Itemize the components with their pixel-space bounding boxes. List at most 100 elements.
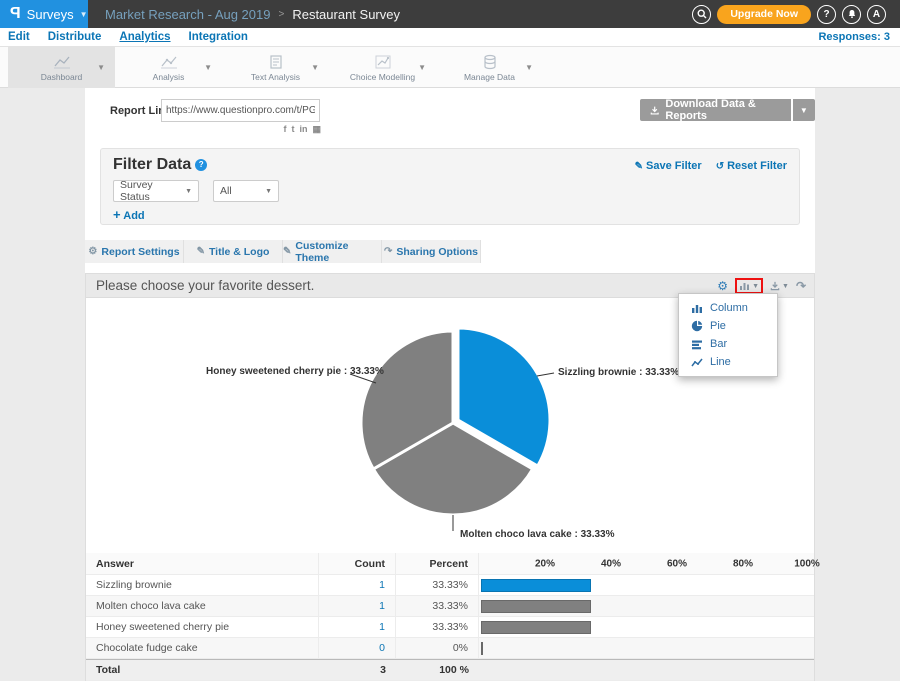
- reset-filter-button[interactable]: ↺Reset Filter: [716, 160, 787, 172]
- column-chart-icon: [691, 303, 703, 314]
- horizontal-bar-chart-icon: [691, 339, 703, 350]
- linkedin-icon[interactable]: in: [299, 124, 307, 134]
- filter-value-select[interactable]: All ▼: [213, 180, 279, 202]
- tab-label: Sharing Options: [396, 246, 478, 258]
- notifications-bell-icon[interactable]: [842, 5, 861, 24]
- menu-item-label: Pie: [710, 320, 726, 332]
- responses-count[interactable]: Responses: 3: [818, 31, 890, 43]
- embed-icon[interactable]: ▦: [312, 124, 321, 134]
- question-title: Please choose your favorite dessert.: [96, 278, 314, 293]
- module-label: Dashboard: [41, 72, 83, 82]
- tab-sharing-options[interactable]: ↷ Sharing Options: [382, 240, 481, 263]
- report-link-input[interactable]: [161, 99, 320, 122]
- twitter-icon[interactable]: t: [291, 124, 294, 134]
- chevron-down-icon[interactable]: ▼: [204, 63, 212, 72]
- download-data-reports-button[interactable]: Download Data & Reports ▼: [640, 99, 815, 121]
- edit-icon: ✎: [283, 246, 291, 257]
- share-arrow-icon: ↷: [384, 246, 392, 257]
- search-icon[interactable]: [692, 5, 711, 24]
- plus-icon: +: [113, 207, 121, 222]
- download-icon: [650, 105, 659, 116]
- reset-filter-label: Reset Filter: [727, 160, 787, 172]
- total-percent: 100 %: [396, 660, 479, 680]
- chevron-down-icon: ▼: [80, 10, 88, 19]
- module-dashboard[interactable]: Dashboard ▼: [8, 47, 115, 88]
- axis-tick: 40%: [601, 558, 621, 569]
- header-bar-axis: 20% 40% 60% 80% 100%: [479, 553, 814, 574]
- product-switcher[interactable]: P Surveys ▼: [0, 0, 88, 28]
- count-link[interactable]: 0: [379, 642, 385, 654]
- nav-integration[interactable]: Integration: [189, 31, 248, 43]
- tab-title-logo[interactable]: ✎ Title & Logo: [184, 240, 283, 263]
- count-link[interactable]: 1: [379, 579, 385, 591]
- frequency-table: Answer Count Percent 20% 40% 60% 80% 100…: [86, 553, 814, 681]
- analytics-toolbar: Dashboard ▼ Analysis ▼ Text Analysis ▼ C…: [0, 47, 900, 88]
- tab-customize-theme[interactable]: ✎Customize Theme: [283, 240, 382, 263]
- pie-label-right: Sizzling brownie : 33.33%: [558, 367, 679, 378]
- header-percent: Percent: [396, 553, 479, 574]
- total-count: 3: [319, 660, 396, 680]
- module-choice-modelling[interactable]: Choice Modelling ▼: [329, 47, 436, 88]
- top-header-bar: P Surveys ▼ Market Research - Aug 2019 >…: [0, 0, 900, 28]
- menu-item-pie[interactable]: Pie: [679, 317, 777, 335]
- upgrade-now-button[interactable]: Upgrade Now: [717, 5, 811, 24]
- chevron-down-icon: ▼: [782, 283, 789, 290]
- main-nav: Edit Distribute Analytics Integration Re…: [0, 28, 900, 47]
- table-row: Chocolate fudge cake 0 0%: [86, 638, 814, 659]
- filter-title-text: Filter Data: [113, 156, 191, 173]
- chevron-down-icon[interactable]: ▼: [525, 63, 533, 72]
- chart-settings-gear-icon[interactable]: ⚙: [717, 279, 728, 293]
- menu-item-label: Line: [710, 356, 731, 368]
- module-label: Analysis: [153, 72, 185, 82]
- count-link[interactable]: 1: [379, 621, 385, 633]
- share-icons-row: f t in ▦: [263, 124, 321, 134]
- nav-analytics[interactable]: Analytics: [119, 31, 170, 43]
- chevron-down-icon[interactable]: ▼: [311, 63, 319, 72]
- save-filter-button[interactable]: ✎Save Filter: [635, 160, 702, 172]
- nav-distribute[interactable]: Distribute: [48, 31, 102, 43]
- filter-data-section: Filter Data? ✎Save Filter ↺Reset Filter …: [100, 148, 800, 225]
- menu-item-column[interactable]: Column: [679, 299, 777, 317]
- table-row: Honey sweetened cherry pie 1 33.33%: [86, 617, 814, 638]
- table-total-row: Total 3 100 %: [86, 659, 814, 681]
- frequency-bar: [481, 579, 591, 592]
- save-filter-label: Save Filter: [646, 160, 702, 172]
- breadcrumb-parent[interactable]: Market Research - Aug 2019: [105, 7, 270, 22]
- account-avatar[interactable]: A: [867, 5, 886, 24]
- pie-label-bottom: Molten choco lava cake : 33.33%: [460, 529, 615, 540]
- nav-edit[interactable]: Edit: [8, 31, 30, 43]
- chevron-down-icon[interactable]: ▼: [97, 63, 105, 72]
- filter-field-select[interactable]: Survey Status ▼: [113, 180, 199, 202]
- tab-label: Title & Logo: [209, 246, 269, 258]
- chevron-down-icon: ▼: [185, 188, 192, 195]
- download-options-caret[interactable]: ▼: [793, 99, 815, 121]
- answer-cell: Chocolate fudge cake: [86, 638, 319, 658]
- tab-label: Report Settings: [101, 246, 179, 258]
- header-answer: Answer: [86, 553, 319, 574]
- menu-item-line[interactable]: Line: [679, 353, 777, 371]
- chevron-down-icon: ▼: [752, 283, 759, 290]
- axis-tick: 100%: [794, 558, 820, 569]
- module-analysis[interactable]: Analysis ▼: [115, 47, 222, 88]
- table-row: Sizzling brownie 1 33.33%: [86, 575, 814, 596]
- chart-type-button[interactable]: ▼: [735, 278, 763, 294]
- chart-download-button[interactable]: ▼: [770, 281, 789, 291]
- axis-tick: 20%: [535, 558, 555, 569]
- facebook-icon[interactable]: f: [283, 124, 286, 134]
- edit-icon: ✎: [635, 161, 643, 172]
- text-analysis-document-icon: [267, 54, 285, 70]
- add-filter-button[interactable]: + Add: [113, 207, 145, 222]
- tab-report-settings[interactable]: ⚙Report Settings: [85, 240, 184, 263]
- help-icon[interactable]: ?: [817, 5, 836, 24]
- bar-chart-icon: [739, 281, 750, 291]
- edit-icon: ✎: [197, 246, 205, 257]
- chevron-down-icon[interactable]: ▼: [418, 63, 426, 72]
- filter-help-icon[interactable]: ?: [195, 159, 207, 171]
- module-text-analysis[interactable]: Text Analysis ▼: [222, 47, 329, 88]
- filter-actions: ✎Save Filter ↺Reset Filter: [635, 160, 787, 172]
- menu-item-bar[interactable]: Bar: [679, 335, 777, 353]
- chart-share-icon[interactable]: ↷: [796, 279, 806, 293]
- breadcrumb-separator-icon: >: [278, 9, 284, 20]
- count-link[interactable]: 1: [379, 600, 385, 612]
- module-manage-data[interactable]: Manage Data ▼: [436, 47, 543, 88]
